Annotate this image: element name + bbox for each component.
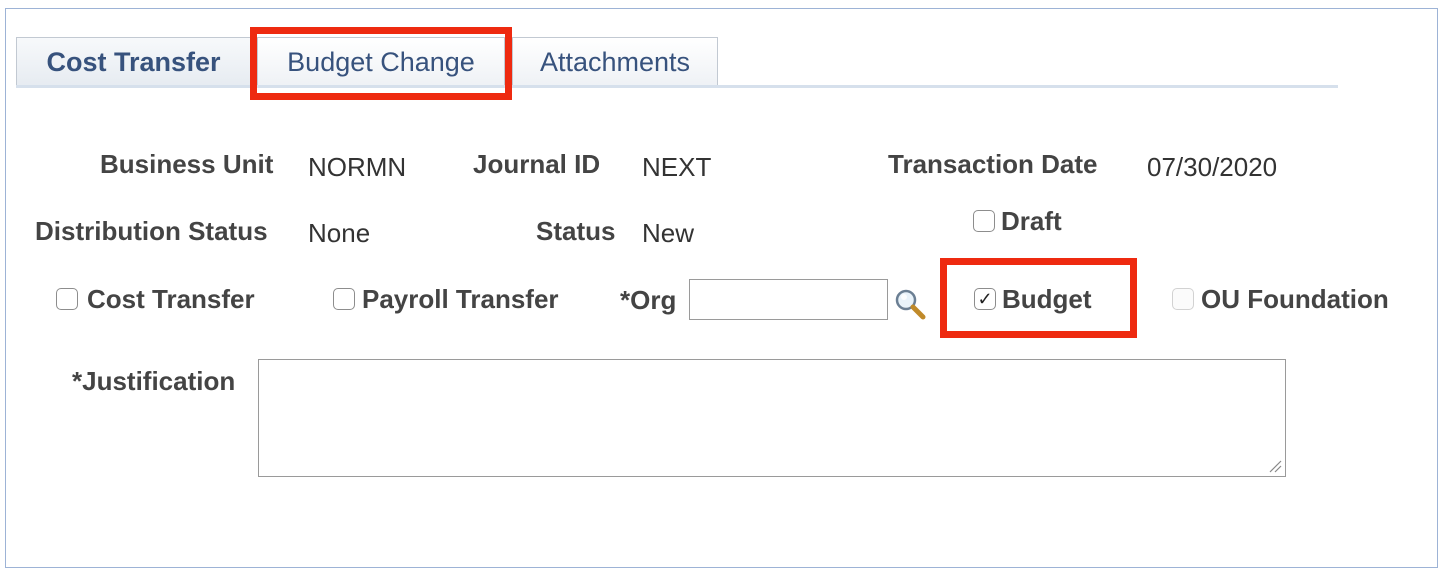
checkmark-icon: ✓ bbox=[977, 289, 993, 309]
journal-id-value: NEXT bbox=[642, 152, 712, 182]
ou-foundation-label: OU Foundation bbox=[1201, 284, 1389, 314]
tab-label: Attachments bbox=[539, 47, 691, 77]
distribution-status-value: None bbox=[308, 218, 371, 248]
justification-textarea[interactable] bbox=[258, 359, 1286, 477]
tab-cost-transfer[interactable]: Cost Transfer bbox=[16, 37, 251, 87]
org-label: *Org bbox=[620, 285, 677, 315]
tab-underline bbox=[16, 85, 1338, 88]
search-icon[interactable] bbox=[893, 287, 927, 321]
budget-checkbox[interactable]: ✓ bbox=[974, 288, 996, 310]
distribution-status-label: Distribution Status bbox=[35, 216, 268, 246]
justification-label: *Justification bbox=[72, 366, 236, 396]
payroll-transfer-label: Payroll Transfer bbox=[362, 284, 559, 314]
cost-transfer-checkbox[interactable] bbox=[56, 288, 78, 310]
org-input[interactable] bbox=[689, 279, 888, 320]
business-unit-label: Business Unit bbox=[100, 149, 274, 179]
transaction-date-label: Transaction Date bbox=[888, 149, 1098, 179]
business-unit-value: NORMN bbox=[308, 152, 407, 182]
budget-label: Budget bbox=[1002, 284, 1092, 314]
ou-foundation-checkbox bbox=[1172, 288, 1194, 310]
tab-attachments[interactable]: Attachments bbox=[512, 37, 718, 87]
draft-checkbox[interactable] bbox=[973, 210, 995, 232]
payroll-transfer-checkbox[interactable] bbox=[333, 288, 355, 310]
journal-id-label: Journal ID bbox=[473, 149, 601, 179]
draft-label: Draft bbox=[1001, 206, 1062, 236]
tab-label: Budget Change bbox=[287, 47, 475, 77]
tab-label: Cost Transfer bbox=[46, 47, 221, 77]
tab-budget-change[interactable]: Budget Change bbox=[257, 37, 505, 87]
status-value: New bbox=[642, 218, 695, 248]
status-label: Status bbox=[536, 216, 616, 246]
transaction-date-value: 07/30/2020 bbox=[1147, 152, 1278, 182]
resize-handle-icon[interactable] bbox=[1268, 459, 1282, 473]
cost-transfer-label: Cost Transfer bbox=[87, 284, 255, 314]
